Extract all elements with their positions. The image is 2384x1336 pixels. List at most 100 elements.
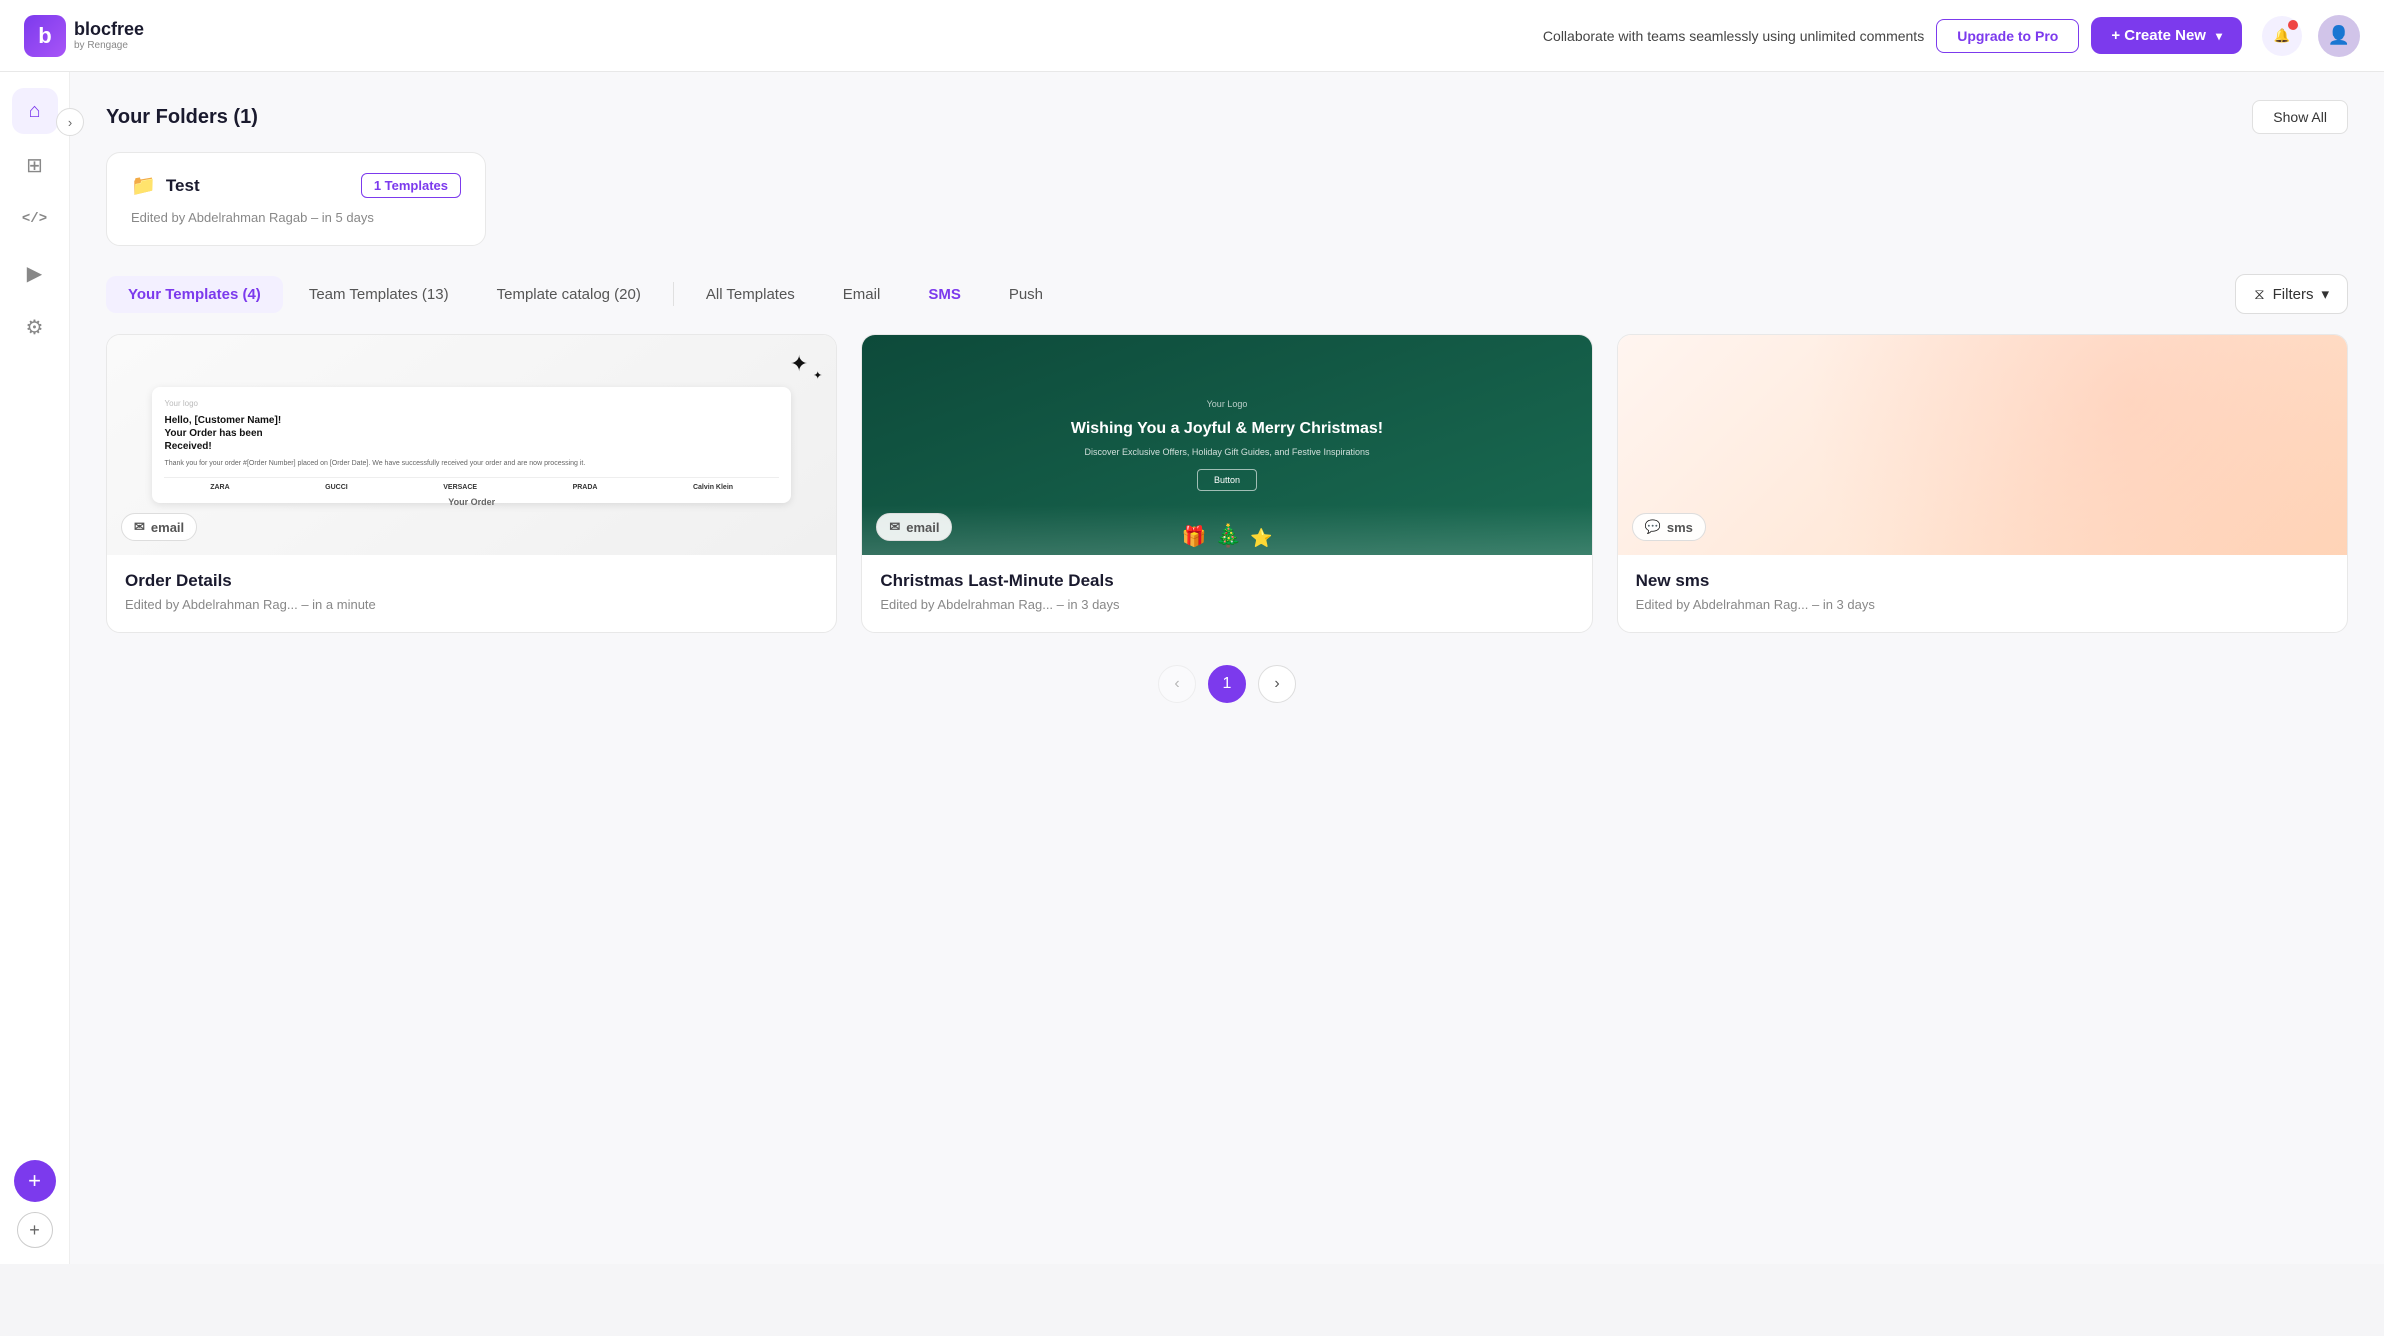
template-meta-order: Edited by Abdelrahman Rag... – in a minu… bbox=[125, 597, 818, 612]
gear-icon: ⚙ bbox=[26, 315, 44, 340]
chevron-down-icon: ▾ bbox=[2216, 29, 2222, 43]
folders-section-header: Your Folders (1) Show All bbox=[106, 100, 2348, 134]
chevron-down-icon: ▾ bbox=[2321, 285, 2329, 303]
template-meta-sms: Edited by Abdelrahman Rag... – in 3 days bbox=[1636, 597, 2329, 612]
plus-outline-icon: + bbox=[29, 1220, 40, 1241]
tab-sms[interactable]: SMS bbox=[906, 276, 983, 313]
next-page-button[interactable]: › bbox=[1258, 665, 1296, 703]
folder-meta: Edited by Abdelrahman Ragab – in 5 days bbox=[131, 210, 461, 225]
logo-area[interactable]: b blocfree by Rengage bbox=[24, 15, 144, 57]
xmas-button: Button bbox=[1197, 469, 1257, 491]
avatar[interactable]: 👤 bbox=[2318, 15, 2360, 57]
nav-promo: Collaborate with teams seamlessly using … bbox=[1543, 17, 2242, 54]
promo-text: Collaborate with teams seamlessly using … bbox=[1543, 28, 1924, 44]
sidebar-item-play[interactable]: ▶ bbox=[12, 250, 58, 296]
add-item-button[interactable]: + bbox=[17, 1212, 53, 1248]
notifications-button[interactable]: 🔔 bbox=[2262, 16, 2302, 56]
sms-preview-bg bbox=[1618, 335, 2347, 555]
preview-logo: Your logo bbox=[164, 399, 778, 408]
templates-badge: 1 Templates bbox=[361, 173, 461, 198]
template-preview-order: Your logo Hello, [Customer Name]!Your Or… bbox=[107, 335, 836, 555]
tab-catalog[interactable]: Template catalog (20) bbox=[475, 276, 663, 313]
grid-icon: ⊞ bbox=[26, 153, 43, 178]
layout: ⌂ ⊞ </> ▶ ⚙ + + › Your Fo bbox=[0, 72, 2384, 1264]
content-area: Your Folders (1) Show All 📁 Test 1 Templ… bbox=[70, 72, 2384, 731]
preview-brands: ZARAGUCCIVERSACEPRADACalvin Klein bbox=[164, 477, 778, 491]
pagination: ‹ 1 › bbox=[106, 665, 2348, 703]
sms-badge: 💬 sms bbox=[1632, 513, 1706, 541]
logo-text: blocfree by Rengage bbox=[74, 19, 144, 53]
xmas-preview-bg: Your Logo Wishing You a Joyful & Merry C… bbox=[862, 335, 1591, 555]
template-info-christmas: Christmas Last-Minute Deals Edited by Ab… bbox=[862, 555, 1591, 632]
xmas-logo: Your Logo bbox=[1207, 399, 1248, 409]
folder-card-top: 📁 Test 1 Templates bbox=[131, 173, 461, 198]
topnav: b blocfree by Rengage Collaborate with t… bbox=[0, 0, 2384, 72]
preview-footer: Your Order bbox=[107, 497, 836, 507]
tab-team-templates[interactable]: Team Templates (13) bbox=[287, 276, 471, 313]
notification-badge bbox=[2288, 20, 2298, 30]
email-badge: ✉ email bbox=[121, 513, 197, 541]
folder-icon: 📁 bbox=[131, 173, 156, 198]
chevron-right-icon: › bbox=[68, 115, 72, 130]
xmas-sub: Discover Exclusive Offers, Holiday Gift … bbox=[1085, 447, 1370, 457]
template-name-order: Order Details bbox=[125, 571, 818, 591]
sms-badge-icon: 💬 bbox=[1645, 519, 1661, 535]
template-card-sms[interactable]: 💬 sms New sms Edited by Abdelrahman Rag.… bbox=[1617, 334, 2348, 633]
sidebar-expand-button[interactable]: › bbox=[56, 108, 84, 136]
bell-icon: 🔔 bbox=[2274, 28, 2291, 44]
tab-push[interactable]: Push bbox=[987, 276, 1065, 313]
template-preview-christmas: Your Logo Wishing You a Joyful & Merry C… bbox=[862, 335, 1591, 555]
main-content: Your Folders (1) Show All 📁 Test 1 Templ… bbox=[70, 72, 2384, 1264]
template-info-sms: New sms Edited by Abdelrahman Rag... – i… bbox=[1618, 555, 2347, 632]
preview-body: Thank you for your order #[Order Number]… bbox=[164, 459, 778, 469]
email-badge-icon-xmas: ✉ bbox=[889, 519, 900, 535]
template-card-christmas[interactable]: Your Logo Wishing You a Joyful & Merry C… bbox=[861, 334, 1592, 633]
create-new-button[interactable]: + Create New ▾ bbox=[2091, 17, 2242, 54]
order-preview-inner: Your logo Hello, [Customer Name]!Your Or… bbox=[152, 387, 790, 503]
prev-page-button[interactable]: ‹ bbox=[1158, 665, 1196, 703]
chevron-left-icon: ‹ bbox=[1174, 675, 1179, 693]
email-badge-xmas: ✉ email bbox=[876, 513, 952, 541]
filters-button[interactable]: ⧖ Filters ▾ bbox=[2235, 274, 2348, 314]
nav-right: 🔔 👤 bbox=[2262, 15, 2360, 57]
sidebar-item-code[interactable]: </> bbox=[12, 196, 58, 242]
order-preview-bg: Your logo Hello, [Customer Name]!Your Or… bbox=[107, 335, 836, 555]
templates-grid: Your logo Hello, [Customer Name]!Your Or… bbox=[106, 334, 2348, 633]
preview-title: Hello, [Customer Name]!Your Order has be… bbox=[164, 414, 778, 453]
sidebar: ⌂ ⊞ </> ▶ ⚙ + + bbox=[0, 72, 70, 1264]
template-meta-christmas: Edited by Abdelrahman Rag... – in 3 days bbox=[880, 597, 1573, 612]
template-name-christmas: Christmas Last-Minute Deals bbox=[880, 571, 1573, 591]
sidebar-bottom: + + bbox=[14, 1160, 56, 1248]
star-sparkle-2: ✦ bbox=[813, 369, 822, 382]
folders-title: Your Folders (1) bbox=[106, 106, 258, 129]
tab-divider bbox=[673, 282, 674, 306]
code-icon: </> bbox=[22, 211, 47, 227]
add-workspace-button[interactable]: + bbox=[14, 1160, 56, 1202]
xmas-title: Wishing You a Joyful & Merry Christmas! bbox=[1071, 419, 1383, 440]
template-info-order: Order Details Edited by Abdelrahman Rag.… bbox=[107, 555, 836, 632]
home-icon: ⌂ bbox=[28, 100, 40, 123]
play-icon: ▶ bbox=[27, 261, 42, 286]
show-all-button[interactable]: Show All bbox=[2252, 100, 2348, 134]
xmas-decoration: 🎁 🎄 ⭐ bbox=[862, 505, 1591, 555]
upgrade-button[interactable]: Upgrade to Pro bbox=[1936, 19, 2079, 53]
tabs-row: Your Templates (4) Team Templates (13) T… bbox=[106, 274, 2348, 314]
sidebar-item-templates[interactable]: ⊞ bbox=[12, 142, 58, 188]
filter-icon: ⧖ bbox=[2254, 286, 2265, 303]
tab-all-templates[interactable]: All Templates bbox=[684, 276, 817, 313]
template-card-order-details[interactable]: Your logo Hello, [Customer Name]!Your Or… bbox=[106, 334, 837, 633]
sidebar-item-home[interactable]: ⌂ bbox=[12, 88, 58, 134]
page-1-button[interactable]: 1 bbox=[1208, 665, 1246, 703]
template-preview-sms: 💬 sms bbox=[1618, 335, 2347, 555]
sidebar-item-settings[interactable]: ⚙ bbox=[12, 304, 58, 350]
logo-icon: b bbox=[24, 15, 66, 57]
tab-your-templates[interactable]: Your Templates (4) bbox=[106, 276, 283, 313]
template-name-sms: New sms bbox=[1636, 571, 2329, 591]
chevron-right-icon: › bbox=[1274, 675, 1279, 693]
star-sparkle-1: ✦ bbox=[790, 351, 808, 377]
plus-icon: + bbox=[28, 1168, 41, 1194]
folder-card[interactable]: 📁 Test 1 Templates Edited by Abdelrahman… bbox=[106, 152, 486, 246]
tab-email[interactable]: Email bbox=[821, 276, 903, 313]
email-badge-icon: ✉ bbox=[134, 519, 145, 535]
folder-name: 📁 Test bbox=[131, 173, 200, 198]
